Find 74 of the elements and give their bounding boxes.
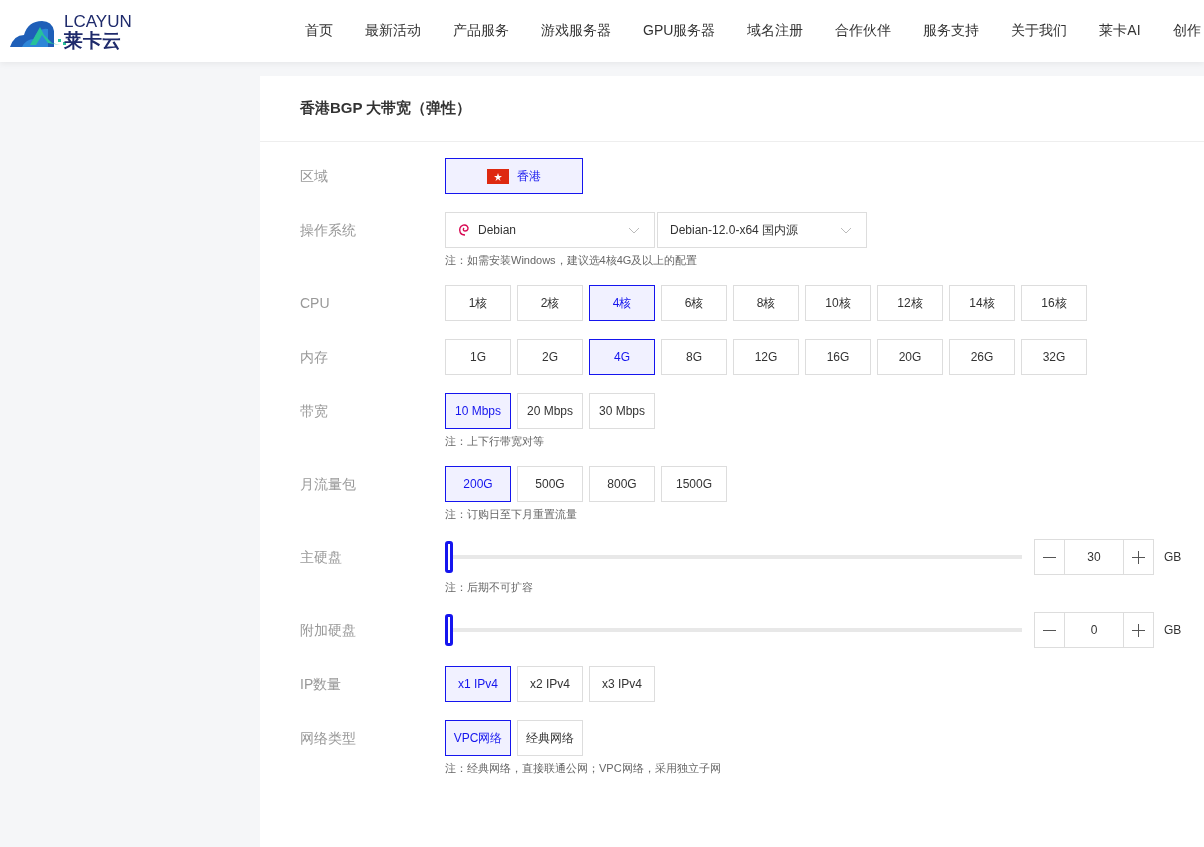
swirl-icon: [458, 223, 470, 237]
option-button[interactable]: VPC网络: [445, 720, 511, 756]
option-button[interactable]: 2核: [517, 285, 583, 321]
slider-handle[interactable]: [445, 541, 453, 573]
nav-link[interactable]: 创作: [1172, 22, 1201, 40]
option-button[interactable]: 8核: [733, 285, 799, 321]
option-button[interactable]: 香港: [445, 158, 583, 194]
field-label: 区域: [300, 167, 329, 186]
nav-link[interactable]: 最新活动: [365, 22, 421, 40]
field-label: 内存: [300, 348, 329, 367]
chevron-icon: [628, 226, 640, 234]
nav-link[interactable]: 游戏服务器: [541, 22, 611, 40]
select-field[interactable]: Debian-12.0-x64 国内源: [657, 212, 867, 248]
field-label: 附加硬盘: [300, 621, 357, 640]
option-button[interactable]: 12G: [733, 339, 799, 375]
plus-icon: [1132, 623, 1145, 637]
slider-handle[interactable]: [445, 614, 453, 646]
option-button[interactable]: 10核: [805, 285, 871, 321]
option-button[interactable]: 500G: [517, 466, 583, 502]
unit-label: GB: [1164, 550, 1182, 564]
product-title: 香港BGP 大带宽（弹性）: [260, 76, 1204, 142]
unit-label: GB: [1164, 623, 1182, 637]
field-label: 网络类型: [300, 729, 357, 748]
logo-text: LCAYUN: [64, 12, 132, 30]
field-label: 操作系统: [300, 221, 357, 240]
logo-text: 莱卡云: [64, 30, 122, 50]
select-field[interactable]: Debian: [445, 212, 655, 248]
option-button[interactable]: 14核: [949, 285, 1015, 321]
plus-icon: [1132, 550, 1145, 564]
nav-link[interactable]: 莱卡AI: [1099, 22, 1141, 40]
option-button[interactable]: 20 Mbps: [517, 393, 583, 429]
option-button[interactable]: 8G: [661, 339, 727, 375]
nav-link[interactable]: 服务支持: [923, 22, 980, 40]
option-button[interactable]: 6核: [661, 285, 727, 321]
option-button[interactable]: 16G: [805, 339, 871, 375]
option-button[interactable]: 2G: [517, 339, 583, 375]
minus-icon: [1043, 629, 1056, 631]
option-button[interactable]: x1 IPv4: [445, 666, 511, 702]
option-button[interactable]: x2 IPv4: [517, 666, 583, 702]
option-button[interactable]: 26G: [949, 339, 1015, 375]
option-button[interactable]: 4G: [589, 339, 655, 375]
nav-link[interactable]: 域名注册: [747, 22, 804, 40]
option-button[interactable]: 32G: [1021, 339, 1087, 375]
nav-link[interactable]: 关于我们: [1011, 22, 1068, 40]
note-text: 注：订购日至下月重置流量: [445, 507, 578, 521]
note-text: 注：上下行带宽对等: [445, 434, 545, 448]
option-button[interactable]: 1核: [445, 285, 511, 321]
option-button[interactable]: 10 Mbps: [445, 393, 511, 429]
field-label: 月流量包: [300, 475, 357, 494]
note-text: 注：经典网络，直接联通公网；VPC网络，采用独立子网: [445, 761, 722, 775]
field-label: 带宽: [300, 402, 329, 421]
option-button[interactable]: 4核: [589, 285, 655, 321]
field-label: 主硬盘: [300, 548, 343, 567]
option-button[interactable]: 800G: [589, 466, 655, 502]
field-label: IP数量: [300, 675, 343, 694]
option-button[interactable]: x3 IPv4: [589, 666, 655, 702]
option-button[interactable]: 12核: [877, 285, 943, 321]
option-button[interactable]: 200G: [445, 466, 511, 502]
option-button[interactable]: 1G: [445, 339, 511, 375]
option-button[interactable]: 30 Mbps: [589, 393, 655, 429]
nav-link[interactable]: GPU服务器: [643, 22, 716, 40]
nav-link[interactable]: 产品服务: [453, 22, 509, 40]
minus-icon: [1043, 556, 1056, 558]
option-button[interactable]: 20G: [877, 339, 943, 375]
note-text: 注：后期不可扩容: [445, 580, 534, 594]
option-button[interactable]: 经典网络: [517, 720, 583, 756]
field-label: CPU: [300, 294, 331, 313]
nav-link[interactable]: 合作伙伴: [835, 22, 892, 40]
nav-link[interactable]: 首页: [305, 22, 333, 40]
option-button[interactable]: 16核: [1021, 285, 1087, 321]
note-text: 注：如需安装Windows，建议选4核4G及以上的配置: [445, 253, 699, 267]
option-button[interactable]: 1500G: [661, 466, 727, 502]
chevron-icon: [840, 226, 852, 234]
flag-icon: [487, 168, 509, 184]
